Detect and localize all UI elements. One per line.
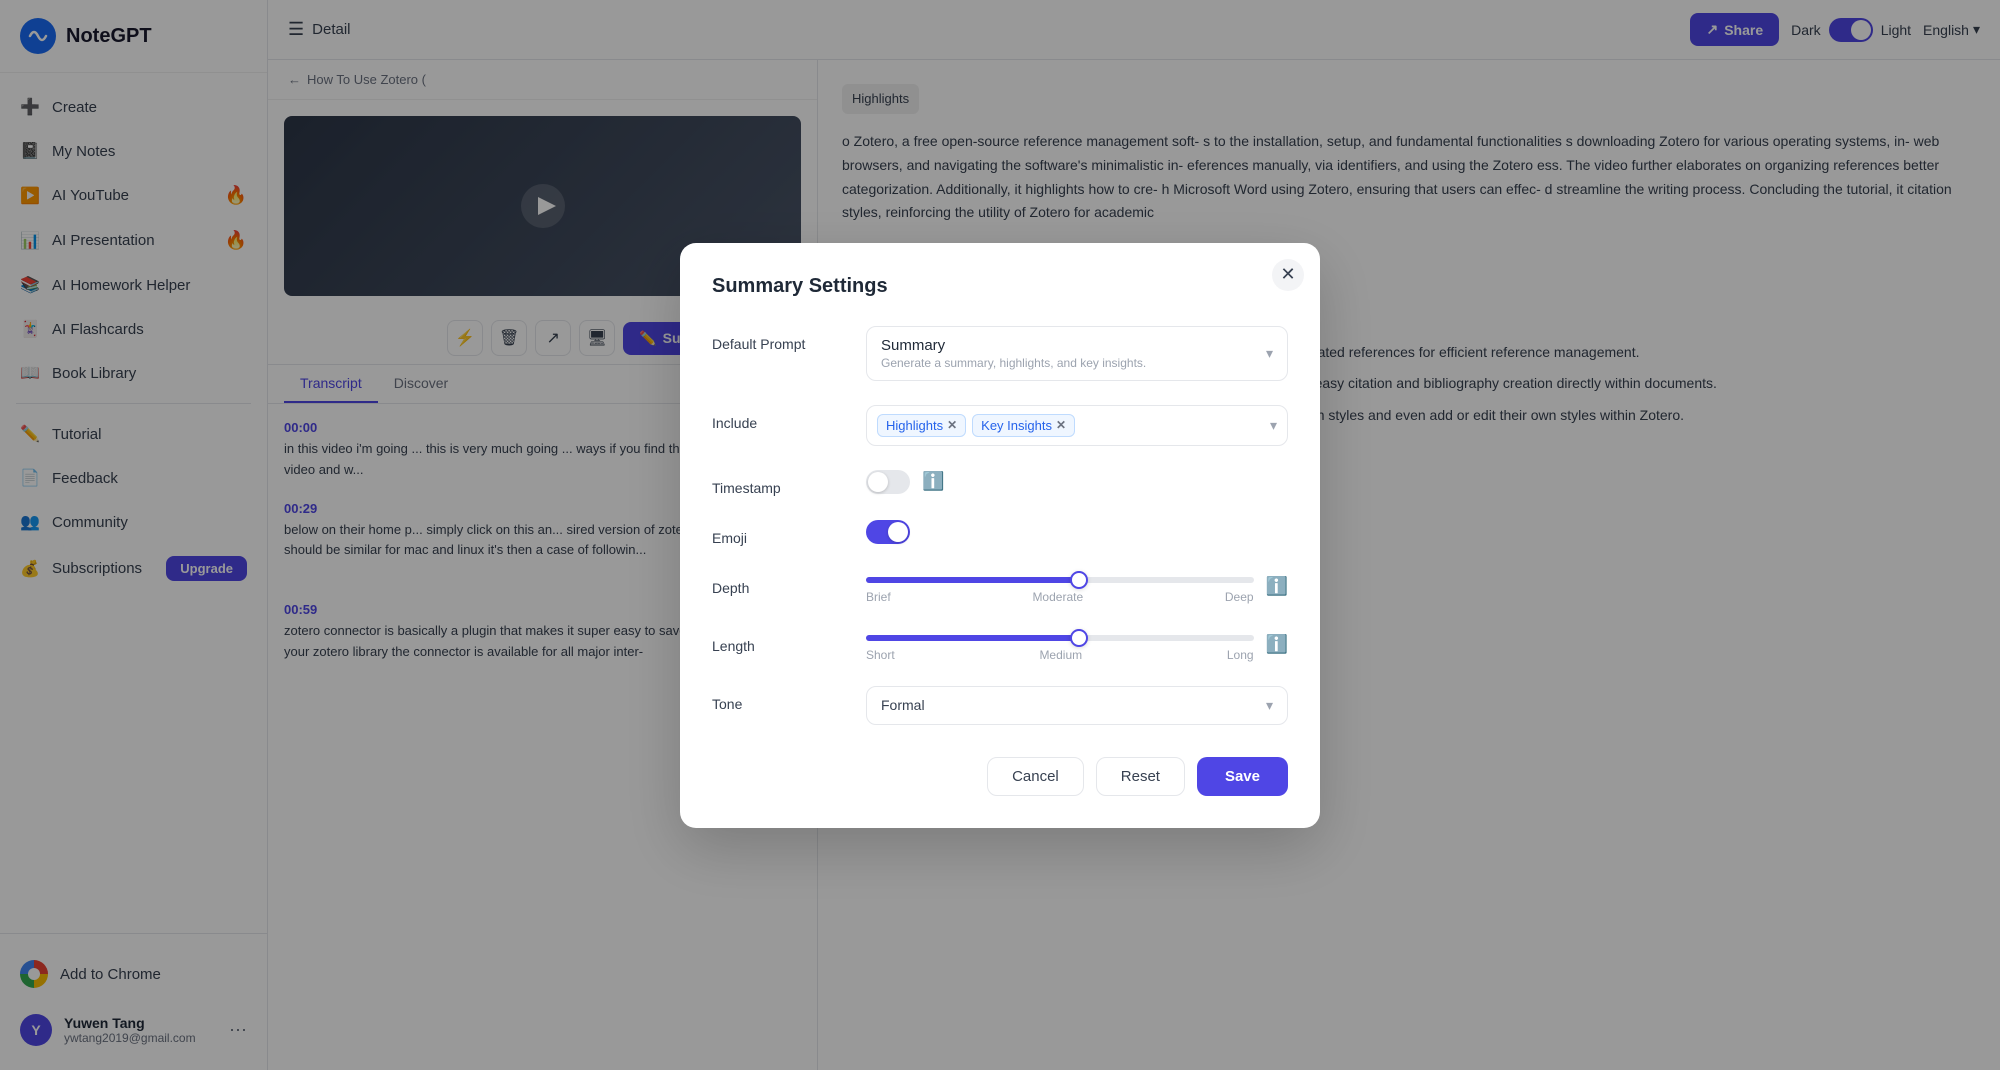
depth-labels: Brief Moderate Deep bbox=[866, 590, 1254, 604]
length-mid-label: Medium bbox=[1039, 648, 1082, 662]
depth-slider-wrap: Brief Moderate Deep bbox=[866, 570, 1254, 604]
depth-mid-label: Moderate bbox=[1032, 590, 1083, 604]
default-prompt-label: Default Prompt bbox=[712, 326, 842, 352]
length-fill bbox=[866, 635, 1079, 641]
include-row: Include Highlights ✕ Key Insights ✕ ▾ bbox=[712, 405, 1288, 446]
depth-control: Brief Moderate Deep ℹ️ bbox=[866, 570, 1288, 604]
timestamp-label: Timestamp bbox=[712, 470, 842, 496]
default-prompt-row: Default Prompt Summary Generate a summar… bbox=[712, 326, 1288, 381]
toggle-thumb bbox=[888, 522, 908, 542]
tone-row: Tone Formal ▾ bbox=[712, 686, 1288, 725]
timestamp-toggle-row: ℹ️ bbox=[866, 470, 1288, 494]
depth-row: Depth Brief Moderate Deep bbox=[712, 570, 1288, 604]
modal-close-button[interactable]: ✕ bbox=[1272, 259, 1304, 291]
depth-thumb[interactable] bbox=[1070, 571, 1088, 589]
tag-highlights: Highlights ✕ bbox=[877, 414, 966, 437]
length-labels: Short Medium Long bbox=[866, 648, 1254, 662]
modal-overlay: ✕ Summary Settings Default Prompt Summar… bbox=[0, 0, 2000, 1070]
depth-slider-row: Brief Moderate Deep ℹ️ bbox=[866, 570, 1288, 604]
reset-button[interactable]: Reset bbox=[1096, 757, 1185, 796]
depth-label: Depth bbox=[712, 570, 842, 596]
depth-info-icon[interactable]: ℹ️ bbox=[1266, 576, 1288, 597]
timestamp-row: Timestamp ℹ️ bbox=[712, 470, 1288, 496]
depth-min-label: Brief bbox=[866, 590, 891, 604]
include-control: Highlights ✕ Key Insights ✕ ▾ bbox=[866, 405, 1288, 446]
include-tags-box[interactable]: Highlights ✕ Key Insights ✕ ▾ bbox=[866, 405, 1288, 446]
include-label: Include bbox=[712, 405, 842, 431]
length-slider-row: Short Medium Long ℹ️ bbox=[866, 628, 1288, 662]
emoji-label: Emoji bbox=[712, 520, 842, 546]
cancel-button[interactable]: Cancel bbox=[987, 757, 1084, 796]
length-track bbox=[866, 635, 1254, 641]
modal-title: Summary Settings bbox=[712, 275, 1288, 298]
remove-highlights-button[interactable]: ✕ bbox=[947, 418, 957, 432]
length-thumb[interactable] bbox=[1070, 629, 1088, 647]
tone-select[interactable]: Formal ▾ bbox=[866, 686, 1288, 725]
chevron-down-icon: ▾ bbox=[1270, 417, 1277, 434]
emoji-toggle[interactable] bbox=[866, 520, 910, 544]
remove-key-insights-button[interactable]: ✕ bbox=[1056, 418, 1066, 432]
emoji-control bbox=[866, 520, 1288, 544]
timestamp-toggle[interactable] bbox=[866, 470, 910, 494]
save-button[interactable]: Save bbox=[1197, 757, 1288, 796]
tone-control: Formal ▾ bbox=[866, 686, 1288, 725]
length-max-label: Long bbox=[1227, 648, 1254, 662]
tone-value: Formal bbox=[881, 697, 925, 713]
length-label: Length bbox=[712, 628, 842, 654]
depth-max-label: Deep bbox=[1225, 590, 1254, 604]
default-prompt-select[interactable]: Summary Generate a summary, highlights, … bbox=[866, 326, 1288, 381]
length-slider-wrap: Short Medium Long bbox=[866, 628, 1254, 662]
depth-fill bbox=[866, 577, 1079, 583]
timestamp-info-icon[interactable]: ℹ️ bbox=[922, 471, 944, 492]
depth-track bbox=[866, 577, 1254, 583]
length-min-label: Short bbox=[866, 648, 895, 662]
modal-footer: Cancel Reset Save bbox=[712, 757, 1288, 796]
tone-label: Tone bbox=[712, 686, 842, 712]
length-row: Length Short Medium Long bbox=[712, 628, 1288, 662]
tag-key-insights: Key Insights ✕ bbox=[972, 414, 1075, 437]
chevron-down-icon: ▾ bbox=[1266, 345, 1273, 362]
default-prompt-control: Summary Generate a summary, highlights, … bbox=[866, 326, 1288, 381]
prompt-title: Summary bbox=[881, 337, 1146, 354]
emoji-row: Emoji bbox=[712, 520, 1288, 546]
prompt-subtitle: Generate a summary, highlights, and key … bbox=[881, 356, 1146, 370]
toggle-thumb bbox=[868, 472, 888, 492]
chevron-down-icon: ▾ bbox=[1266, 697, 1273, 714]
length-control: Short Medium Long ℹ️ bbox=[866, 628, 1288, 662]
summary-settings-modal: ✕ Summary Settings Default Prompt Summar… bbox=[680, 243, 1320, 828]
length-info-icon[interactable]: ℹ️ bbox=[1266, 634, 1288, 655]
timestamp-control: ℹ️ bbox=[866, 470, 1288, 494]
